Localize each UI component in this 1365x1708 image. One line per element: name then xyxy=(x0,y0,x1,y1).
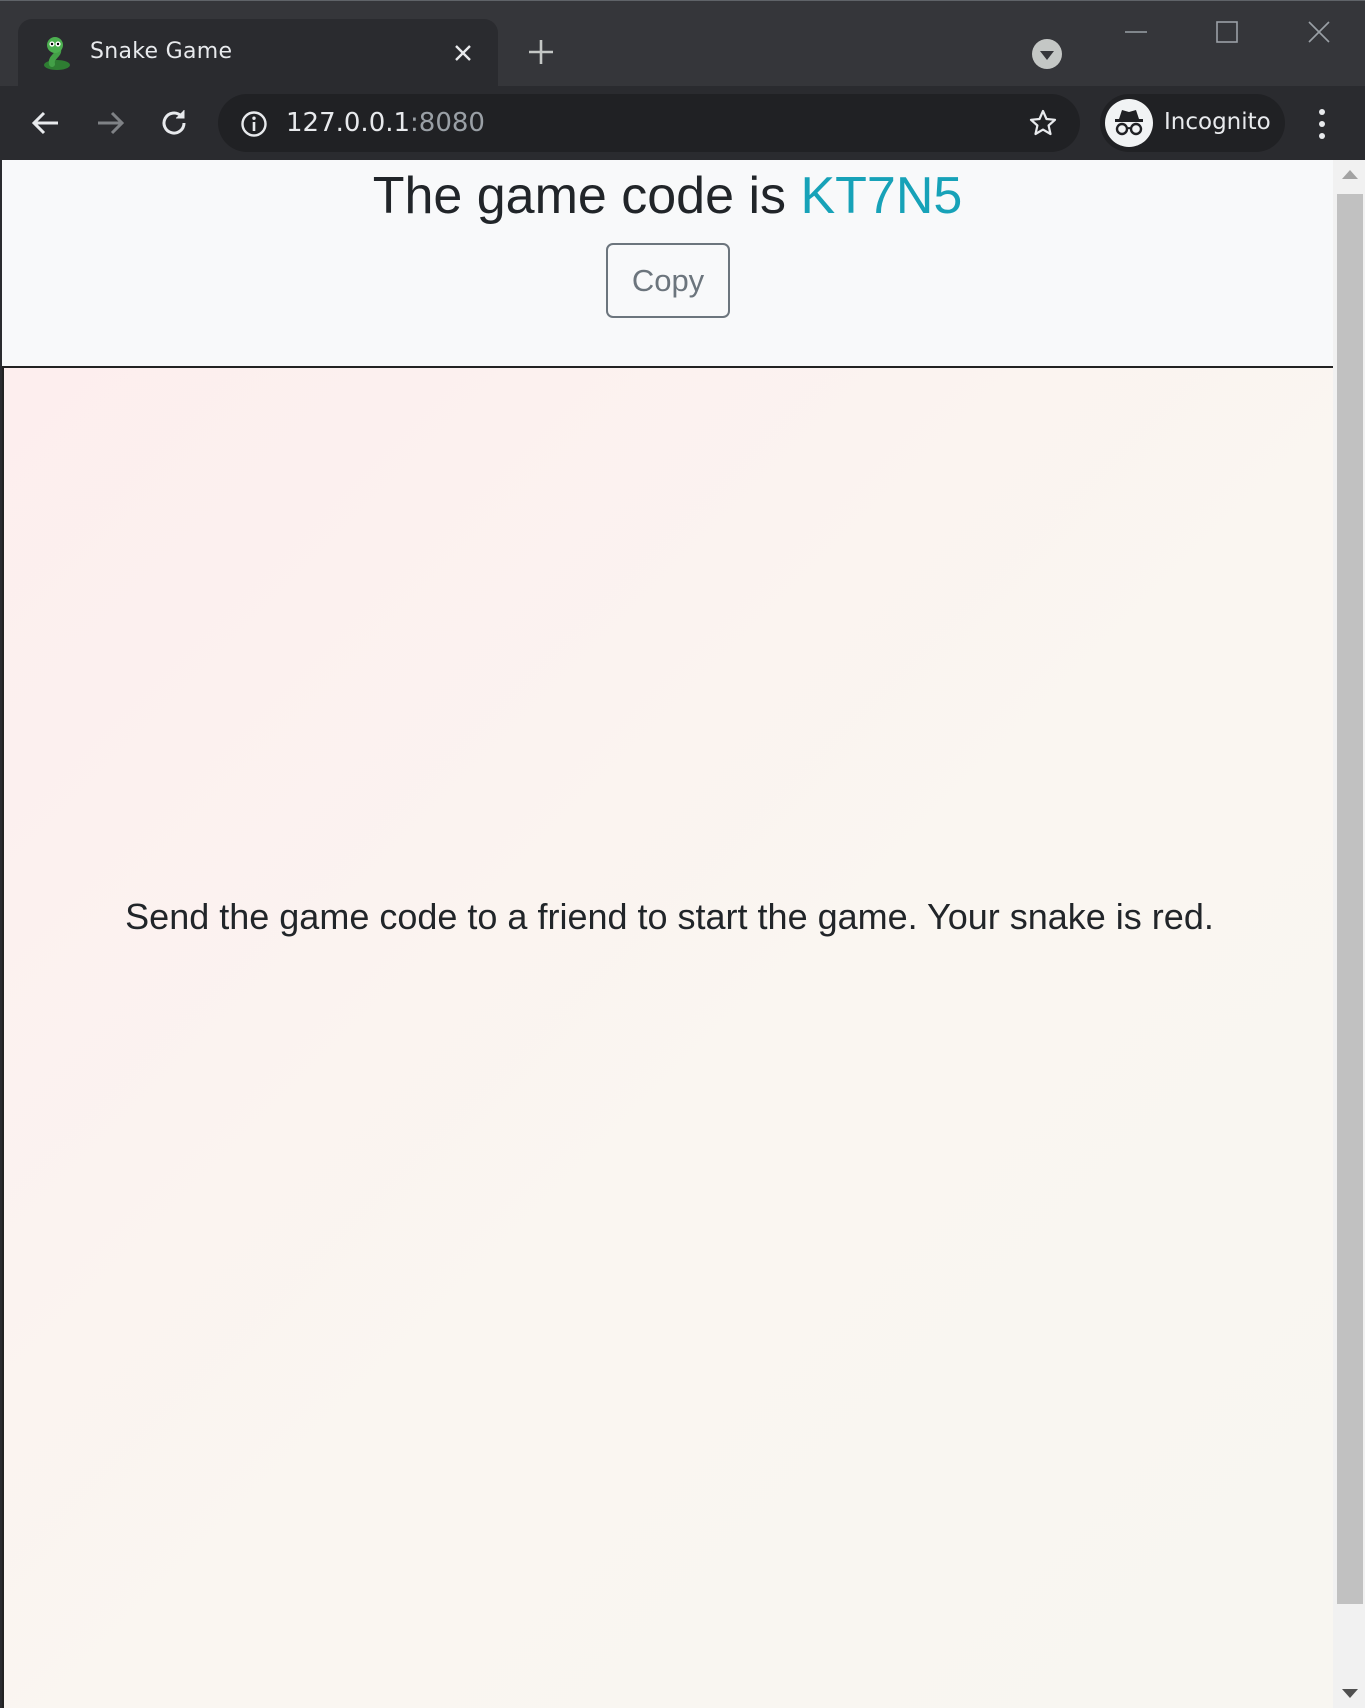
copy-button[interactable]: Copy xyxy=(606,243,730,318)
tab-strip: Snake Game xyxy=(0,0,1365,87)
url-host: 127.0.0.1 xyxy=(286,108,411,138)
game-status-message: Send the game code to a friend to start … xyxy=(125,896,1214,937)
kebab-menu-icon[interactable] xyxy=(1310,104,1334,144)
plus-icon[interactable] xyxy=(527,38,555,66)
browser-tab[interactable]: Snake Game xyxy=(18,19,498,87)
game-code-header: The game code is KT7N5 Copy xyxy=(2,160,1333,368)
game-code-value: KT7N5 xyxy=(800,167,963,225)
page-viewport: The game code is KT7N5 Copy Send the gam… xyxy=(0,160,1365,1708)
game-code-heading: The game code is KT7N5 xyxy=(2,160,1333,232)
snake-favicon-icon xyxy=(44,37,70,70)
scrollbar-thumb[interactable] xyxy=(1337,194,1363,1604)
window-close-icon[interactable] xyxy=(1306,19,1332,45)
tab-title: Snake Game xyxy=(90,39,233,64)
game-board[interactable]: Send the game code to a friend to start … xyxy=(2,368,1333,1708)
heading-prefix: The game code is xyxy=(372,167,801,225)
vertical-scrollbar[interactable] xyxy=(1333,160,1365,1708)
url-text[interactable]: 127.0.0.1:8080 xyxy=(286,108,485,138)
close-icon[interactable] xyxy=(451,41,475,65)
scroll-down-arrow-icon[interactable] xyxy=(1342,1689,1358,1698)
incognito-label: Incognito xyxy=(1164,109,1271,135)
address-bar[interactable]: 127.0.0.1:8080 xyxy=(218,94,1080,152)
browser-toolbar: 127.0.0.1:8080 Incognito xyxy=(0,86,1365,160)
maximize-icon[interactable] xyxy=(1214,19,1240,45)
minimize-icon[interactable] xyxy=(1123,19,1149,45)
reload-icon[interactable] xyxy=(154,103,194,143)
incognito-profile-button[interactable]: Incognito xyxy=(1100,94,1285,152)
url-port: :8080 xyxy=(410,108,485,138)
tab-search-icon[interactable] xyxy=(1032,39,1062,69)
scroll-up-arrow-icon[interactable] xyxy=(1342,170,1358,179)
info-icon[interactable] xyxy=(240,110,268,138)
back-arrow-icon[interactable] xyxy=(26,103,66,143)
forward-arrow-icon[interactable] xyxy=(90,103,130,143)
incognito-icon xyxy=(1105,99,1153,147)
star-icon[interactable] xyxy=(1028,108,1058,138)
